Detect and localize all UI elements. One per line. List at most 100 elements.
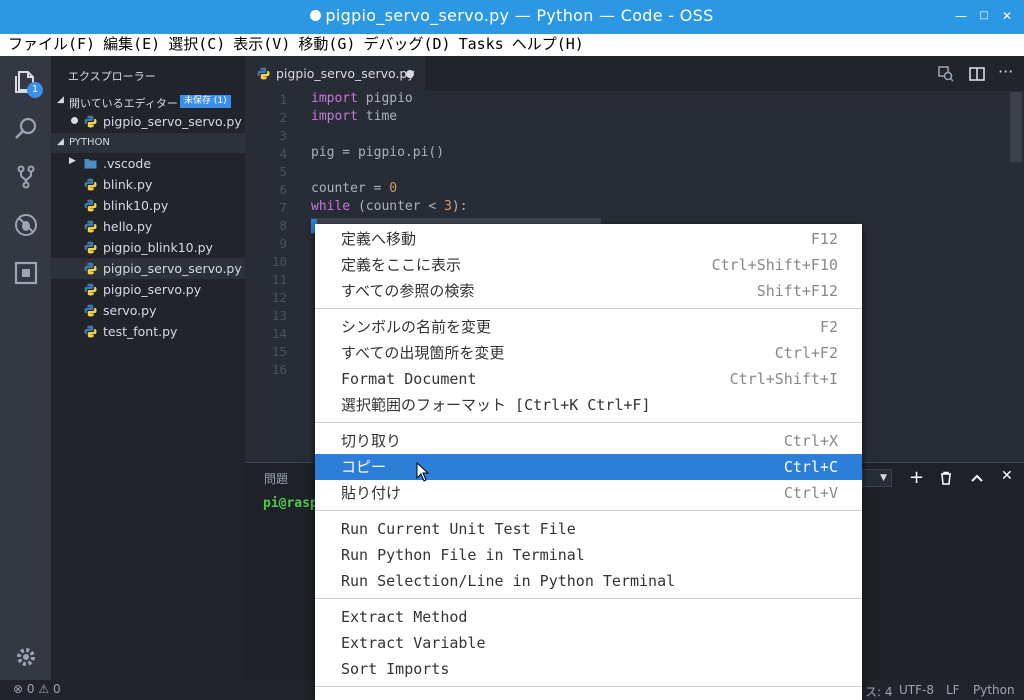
menu-item-format-document[interactable]: Format Document Ctrl+Shift+I [315, 366, 862, 392]
errors-indicator[interactable]: ⊗ 0 ⚠ 0 [13, 682, 61, 696]
line-number: 4 [279, 146, 287, 161]
error-icon: ⊗ [13, 682, 24, 696]
tab-bar: pigpio_servo_servo.py ··· [245, 56, 1024, 91]
indentation-status[interactable]: ス: 4 [865, 683, 893, 700]
python-file-icon [84, 241, 97, 254]
encoding-status[interactable]: UTF-8 [899, 683, 934, 697]
file-item[interactable]: hello.py [51, 216, 245, 237]
file-item[interactable]: servo.py [51, 300, 245, 321]
code-line: import time [311, 109, 398, 124]
file-item-selected[interactable]: pigpio_servo_servo.py [51, 258, 245, 279]
menu-item-find-all-references[interactable]: すべての参照の検索 Shift+F12 [315, 278, 862, 304]
language-status[interactable]: Python [973, 683, 1015, 697]
minimize-button[interactable]: — [954, 9, 968, 23]
line-number: 2 [279, 110, 287, 125]
line-number: 12 [271, 290, 287, 305]
python-file-icon [84, 283, 97, 296]
menu-separator [315, 686, 862, 687]
line-number: 14 [271, 326, 287, 341]
line-number: 13 [271, 308, 287, 323]
unsaved-dot-icon [71, 117, 78, 124]
code-line: import pigpio [311, 91, 413, 106]
menu-separator [315, 422, 862, 423]
menu-selection[interactable]: 選択(C) [160, 34, 225, 55]
python-file-icon [84, 199, 97, 212]
menu-separator [315, 598, 862, 599]
menu-item-go-to-definition[interactable]: 定義へ移動 F12 [315, 226, 862, 252]
warning-icon: ⚠ [38, 682, 50, 696]
python-file-icon [84, 262, 97, 275]
folder-icon [84, 159, 97, 169]
menu-item-extract-method[interactable]: Extract Method [315, 604, 862, 630]
menu-item-run-unit-test[interactable]: Run Current Unit Test File [315, 516, 862, 542]
menu-tasks[interactable]: Tasks [451, 34, 504, 55]
editor-scrollbar[interactable] [1010, 92, 1022, 162]
debug-icon[interactable] [13, 212, 39, 238]
folder-item-vscode[interactable]: ▶ .vscode [51, 153, 245, 174]
menu-item-paste[interactable]: 貼り付け Ctrl+V [315, 480, 862, 506]
menu-go[interactable]: 移動(G) [290, 34, 355, 55]
terminal-prompt: pi@rasp [263, 496, 318, 511]
file-item[interactable]: pigpio_servo.py [51, 279, 245, 300]
new-terminal-icon[interactable]: + [909, 467, 924, 488]
activity-bar [0, 56, 51, 680]
menu-bar: ファイル(F) 編集(E) 選択(C) 表示(V) 移動(G) デバッグ(D) Tasks ヘ… [0, 34, 1024, 56]
menu-item-change-all-occurrences[interactable]: すべての出現箇所を変更 Ctrl+F2 [315, 340, 862, 366]
eol-status[interactable]: LF [946, 683, 960, 697]
line-number: 10 [271, 254, 287, 269]
menu-item-peek-definition[interactable]: 定義をここに表示 Ctrl+Shift+F10 [315, 252, 862, 278]
more-actions-icon[interactable]: ··· [998, 62, 1013, 81]
panel-tab-problems[interactable]: 問題 [264, 470, 288, 487]
context-menu: 定義へ移動 F12 定義をここに表示 Ctrl+Shift+F10 すべての参照の検… [315, 224, 862, 700]
window-title: pigpio_servo_servo.py — Python — Code - … [0, 6, 1024, 25]
line-number: 9 [279, 236, 287, 251]
unsaved-dot-icon[interactable] [406, 70, 414, 78]
menu-item-format-selection[interactable]: 選択範囲のフォーマット [Ctrl+K Ctrl+F] [315, 392, 862, 418]
explorer-badge: 1 [27, 82, 43, 98]
explorer-sidebar: エクスプローラー ◢ 開いているエディター 未保存 (1) pigpio_ser… [51, 56, 245, 680]
menu-item-rename-symbol[interactable]: シンボルの名前を変更 F2 [315, 314, 862, 340]
menu-item-extract-variable[interactable]: Extract Variable [315, 630, 862, 656]
menu-file[interactable]: ファイル(F) [0, 34, 95, 55]
menu-edit[interactable]: 編集(E) [95, 34, 160, 55]
source-control-icon[interactable] [13, 164, 39, 190]
open-editor-label: pigpio_servo_servo.py [103, 114, 242, 129]
menu-item-run-python-file[interactable]: Run Python File in Terminal [315, 542, 862, 568]
python-file-icon [84, 220, 97, 233]
folder-section[interactable]: ◢ PYTHON [51, 133, 245, 153]
open-editors-section[interactable]: ◢ 開いているエディター 未保存 (1) [51, 92, 245, 112]
split-editor-icon[interactable] [969, 66, 985, 82]
open-preview-icon[interactable] [938, 66, 954, 82]
mouse-cursor-icon [416, 462, 430, 482]
close-window-button[interactable]: ✕ [1000, 9, 1014, 23]
menu-help[interactable]: ヘルプ(H) [504, 34, 584, 55]
chevron-down-icon: ◢ [57, 137, 64, 147]
menu-item-sort-imports[interactable]: Sort Imports [315, 656, 862, 682]
terminal-select[interactable]: ▼ [862, 469, 892, 487]
chevron-up-icon[interactable] [970, 471, 984, 485]
line-number: 7 [279, 200, 287, 215]
editor-tab[interactable]: pigpio_servo_servo.py [245, 56, 425, 91]
menu-debug[interactable]: デバッグ(D) [355, 34, 450, 55]
menu-item-run-selection[interactable]: Run Selection/Line in Python Terminal [315, 568, 862, 594]
file-item[interactable]: blink10.py [51, 195, 245, 216]
file-item[interactable]: blink.py [51, 174, 245, 195]
settings-gear-icon[interactable] [13, 644, 39, 670]
menu-item-cut[interactable]: 切り取り Ctrl+X [315, 428, 862, 454]
maximize-button[interactable]: □ [977, 9, 991, 23]
menu-separator [315, 308, 862, 309]
title-bar: pigpio_servo_servo.py — Python — Code - … [0, 0, 1024, 34]
file-item[interactable]: test_font.py [51, 321, 245, 342]
close-panel-icon[interactable]: ✕ [1001, 468, 1013, 484]
trash-icon[interactable] [939, 471, 953, 485]
search-icon[interactable] [13, 116, 39, 142]
open-editor-item[interactable]: pigpio_servo_servo.py [51, 111, 245, 132]
python-file-icon [84, 325, 97, 338]
unsaved-dot-icon [310, 10, 322, 21]
menu-item-copy[interactable]: コピー Ctrl+C [315, 454, 862, 480]
line-number: 1 [279, 92, 287, 107]
code-line: while (counter < 3): [311, 199, 468, 214]
menu-view[interactable]: 表示(V) [225, 34, 290, 55]
extensions-icon[interactable] [13, 260, 39, 286]
file-item[interactable]: pigpio_blink10.py [51, 237, 245, 258]
